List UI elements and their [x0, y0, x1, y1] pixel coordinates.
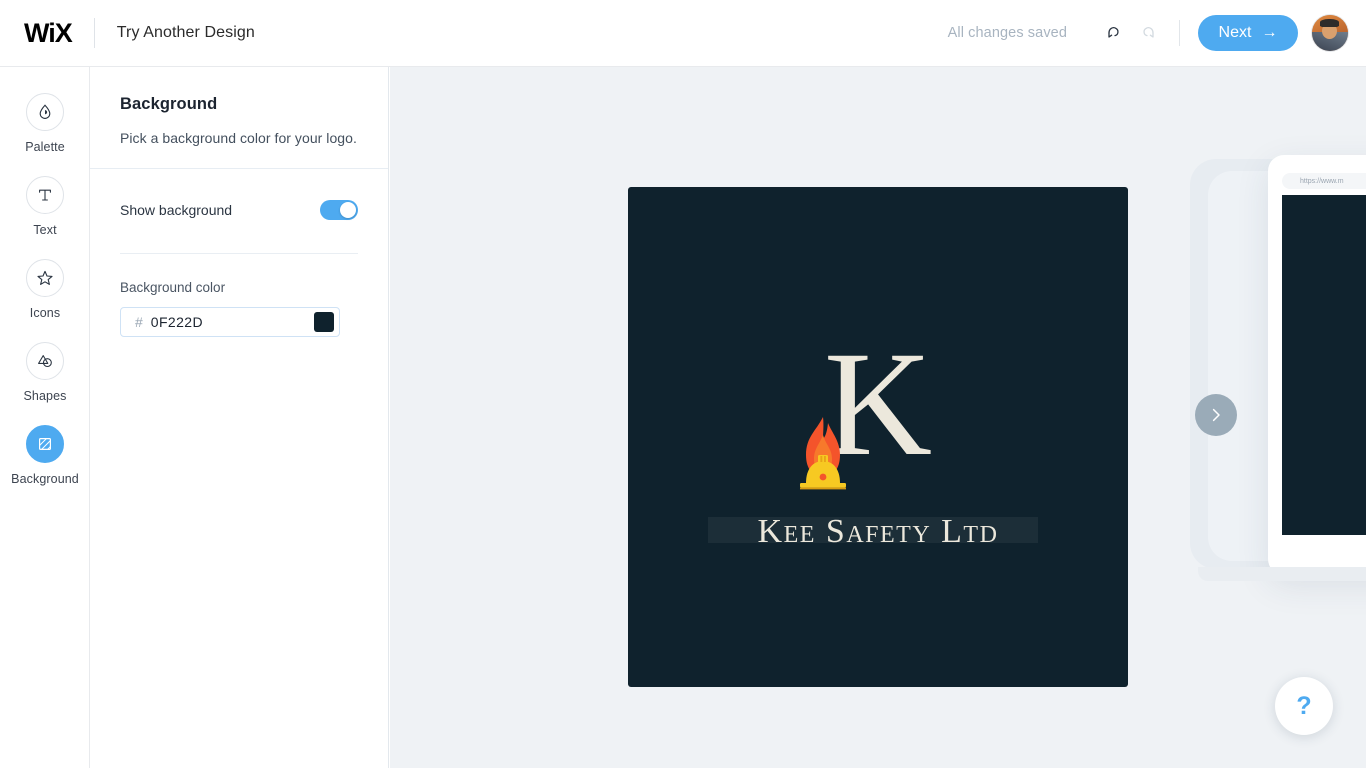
droplet-icon [39, 104, 51, 119]
logo-composition: K Kee Safety Ltd [708, 329, 1048, 550]
device-url-text: https://www.m [1300, 177, 1344, 185]
hatched-square-icon-wrap [26, 425, 64, 463]
wix-logo[interactable]: WiX [24, 18, 73, 49]
device-screen: K [1282, 195, 1366, 535]
chevron-right-icon [1212, 408, 1220, 422]
panel-title: Background [120, 95, 218, 113]
save-status: All changes saved [947, 25, 1067, 41]
hex-value-input[interactable]: 0F222D [151, 314, 314, 330]
background-panel: Background Pick a background color for y… [90, 67, 389, 768]
device-url-bar: https://www.m [1282, 173, 1366, 189]
page-title: Try Another Design [116, 24, 255, 41]
sidebar-item-shapes[interactable]: Shapes [0, 342, 90, 425]
star-icon-wrap [26, 259, 64, 297]
header-actions: All changes saved Next → [948, 15, 1366, 51]
star-icon [37, 270, 53, 285]
device-mockup: https://www.m K [1268, 155, 1366, 575]
sidebar-item-label: Icons [29, 306, 61, 320]
logo-wordmark: Kee Safety Ltd [757, 513, 999, 550]
panel-body: Show background Background color # 0F222… [90, 169, 388, 337]
flame-hardhat-icon [792, 411, 854, 499]
text-t-icon [39, 189, 51, 201]
sidebar-item-label: Text [33, 223, 57, 237]
sidebar-item-label: Background [11, 472, 79, 486]
panel-thin-divider [120, 253, 358, 254]
avatar-hair [1319, 19, 1340, 27]
sidebar-item-text[interactable]: Text [0, 176, 90, 259]
redo-arrow-icon [1143, 27, 1154, 38]
undo-button[interactable] [1097, 16, 1131, 50]
next-button-label: Next [1218, 24, 1252, 41]
question-mark-icon: ? [1296, 691, 1312, 720]
background-color-field[interactable]: # 0F222D [120, 307, 340, 337]
toggle-knob [340, 202, 356, 218]
next-design-button[interactable] [1195, 394, 1237, 436]
text-t-icon-wrap [26, 176, 64, 214]
device-base [1198, 567, 1366, 581]
help-button[interactable]: ? [1275, 677, 1333, 735]
flame-hardhat-svg [800, 417, 846, 490]
hatched-square-icon [38, 437, 52, 451]
redo-button[interactable] [1131, 16, 1165, 50]
color-swatch[interactable] [314, 312, 334, 332]
sidebar-item-palette[interactable]: Palette [0, 93, 90, 176]
background-color-label: Background color [120, 280, 226, 295]
preview-canvas: https://www.m K Kee Safety Ltd ? [390, 67, 1366, 768]
shapes-icon-wrap [26, 342, 64, 380]
sidebar-item-label: Palette [25, 140, 65, 154]
panel-subtitle: Pick a background color for your logo. [120, 130, 357, 146]
sidebar-item-icons[interactable]: Icons [0, 259, 90, 342]
app-header: WiX Try Another Design All changes saved… [0, 0, 1366, 67]
hash-prefix: # [135, 314, 143, 330]
next-button[interactable]: Next → [1198, 15, 1298, 51]
shapes-icon [38, 355, 52, 368]
sidebar: Palette Text Icons Shapes Background [0, 67, 90, 768]
avatar[interactable] [1312, 15, 1348, 51]
sidebar-item-background[interactable]: Background [0, 425, 90, 508]
show-background-toggle[interactable] [320, 200, 358, 220]
sidebar-item-label: Shapes [23, 389, 67, 403]
panel-header: Background Pick a background color for y… [90, 67, 388, 168]
device-mockup-stack: https://www.m K [1190, 139, 1366, 609]
show-background-label: Show background [120, 202, 233, 218]
logo-preview-card[interactable]: K Kee Safety Ltd [628, 187, 1128, 687]
arrow-right-icon: → [1261, 24, 1278, 41]
header-divider [93, 18, 95, 48]
show-background-row: Show background [120, 195, 358, 225]
undo-arrow-icon [1108, 27, 1119, 38]
droplet-icon-wrap [26, 93, 64, 131]
header-action-divider [1179, 20, 1180, 46]
